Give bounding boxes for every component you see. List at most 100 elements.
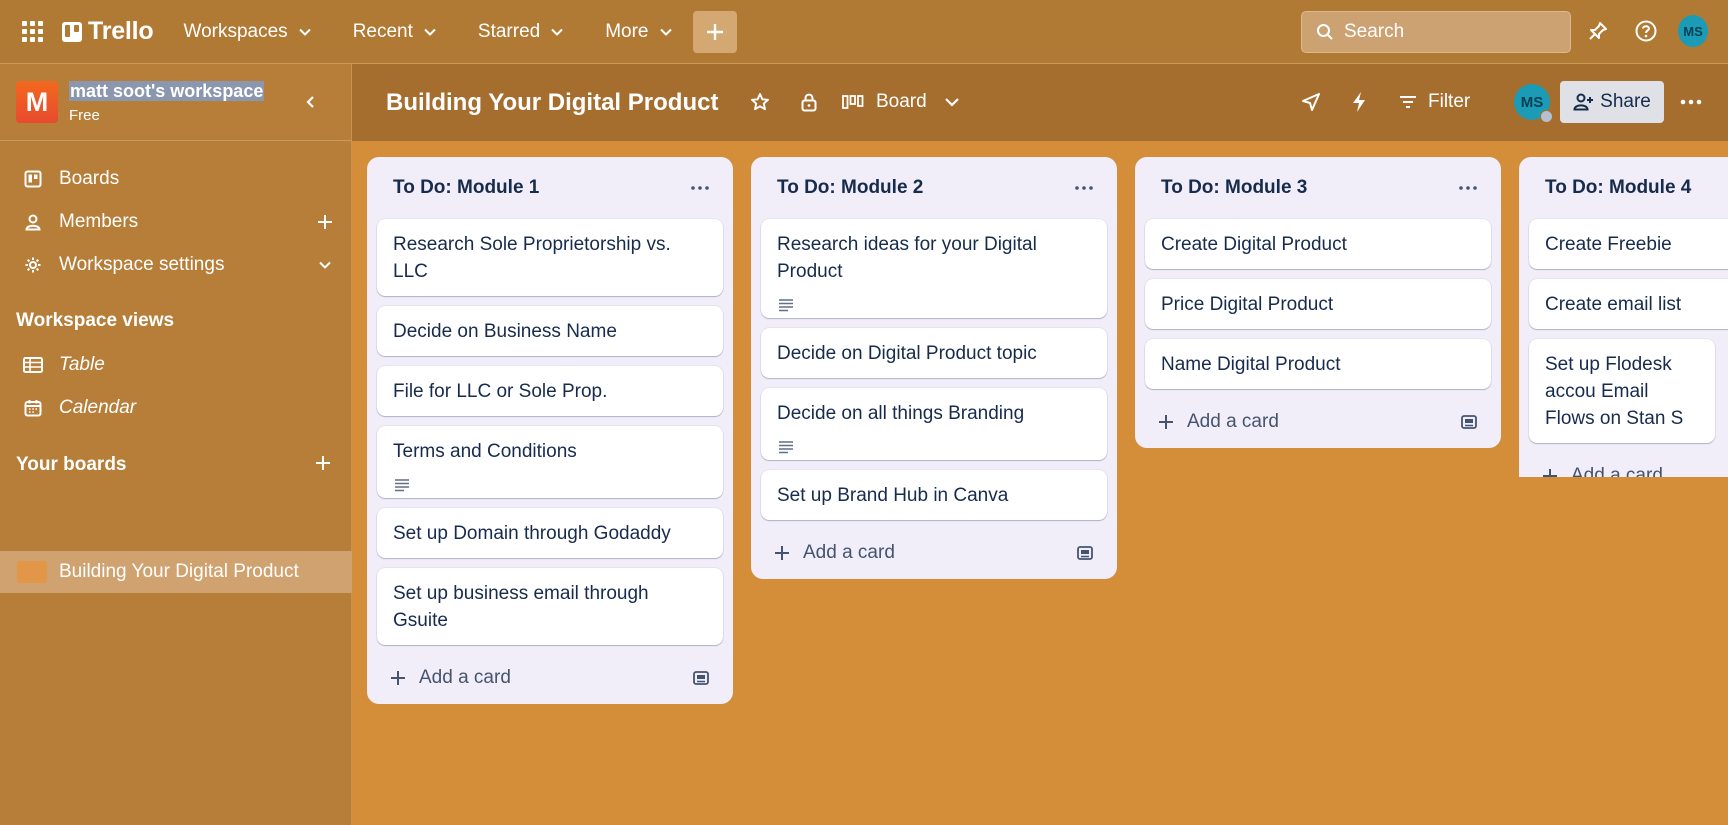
search-placeholder: Search bbox=[1344, 21, 1405, 42]
sidebar-item-table[interactable]: Table bbox=[0, 345, 352, 385]
list-header[interactable]: To Do: Module 1 bbox=[367, 157, 733, 219]
share-button[interactable]: Share bbox=[1560, 81, 1664, 123]
nav-menu: Workspaces Recent Starred More bbox=[171, 10, 737, 53]
automation-icon[interactable] bbox=[1344, 87, 1374, 117]
add-card-button[interactable]: Add a card bbox=[751, 527, 1117, 579]
filter-icon bbox=[1400, 96, 1416, 108]
card-title: Set up business email through Gsuite bbox=[393, 583, 649, 631]
list-title[interactable]: To Do: Module 3 bbox=[1161, 177, 1307, 199]
sidebar-item-label: Table bbox=[59, 354, 105, 375]
sidebar-item-workspace-settings[interactable]: Workspace settings bbox=[0, 245, 352, 285]
filter-button[interactable]: Filter bbox=[1398, 82, 1470, 122]
card-title: Decide on Digital Product topic bbox=[777, 343, 1037, 364]
board-icon bbox=[22, 170, 44, 188]
notifications-icon[interactable] bbox=[1583, 16, 1613, 46]
search-input[interactable]: Search bbox=[1301, 11, 1571, 53]
card[interactable]: Decide on Digital Product topic bbox=[761, 328, 1107, 378]
add-card-button[interactable]: Add a card bbox=[1519, 450, 1728, 477]
card[interactable]: Set up Brand Hub in Canva bbox=[761, 470, 1107, 520]
card[interactable]: Create Freebie bbox=[1529, 219, 1728, 269]
view-switcher[interactable]: Board bbox=[842, 82, 961, 122]
card-template-icon[interactable] bbox=[1459, 412, 1479, 432]
more-menu[interactable]: More bbox=[592, 12, 685, 52]
create-board-plus-icon[interactable] bbox=[311, 451, 335, 475]
sidebar-item-members[interactable]: Members bbox=[0, 202, 352, 242]
chevron-down-icon[interactable] bbox=[314, 254, 336, 276]
list-module-4-viewport: To Do: Module 4 Create Freebie Create em… bbox=[1519, 157, 1728, 477]
card[interactable]: Set up business email through Gsuite bbox=[377, 568, 723, 645]
list-title[interactable]: To Do: Module 1 bbox=[393, 177, 539, 199]
list-menu-icon[interactable] bbox=[687, 175, 713, 201]
card[interactable]: Price Digital Product bbox=[1145, 279, 1491, 329]
sidebar-item-boards[interactable]: Boards bbox=[0, 159, 352, 199]
card[interactable]: Create Digital Product bbox=[1145, 219, 1491, 269]
workspace-name[interactable]: matt soot's workspace bbox=[69, 80, 265, 101]
list-header[interactable]: To Do: Module 3 bbox=[1135, 157, 1501, 219]
list-menu-icon[interactable] bbox=[1455, 175, 1481, 201]
lock-icon[interactable] bbox=[794, 87, 824, 117]
plus-icon bbox=[773, 544, 791, 562]
board-title[interactable]: Building Your Digital Product bbox=[386, 89, 718, 117]
card-title: Create email list bbox=[1545, 294, 1682, 315]
card[interactable]: Decide on all things Branding bbox=[761, 388, 1107, 460]
board-header: Building Your Digital Product Board Filt… bbox=[352, 64, 1728, 141]
list-menu-icon[interactable] bbox=[1071, 175, 1097, 201]
account-avatar[interactable]: MS bbox=[1678, 15, 1708, 47]
card[interactable]: Research Sole Proprietorship vs. LLC bbox=[377, 219, 723, 296]
calendar-icon bbox=[22, 399, 44, 417]
trello-logo[interactable]: Trello bbox=[62, 17, 154, 46]
chevron-down-icon bbox=[298, 28, 311, 36]
create-button[interactable] bbox=[692, 10, 737, 53]
card-title: Terms and Conditions bbox=[393, 441, 577, 462]
board-member-initials: MS bbox=[1520, 93, 1544, 111]
card-template-icon[interactable] bbox=[691, 668, 711, 688]
board-member-avatar[interactable]: MS bbox=[1514, 84, 1553, 123]
workspaces-menu[interactable]: Workspaces bbox=[171, 12, 325, 52]
board-view-icon bbox=[842, 95, 864, 109]
card[interactable]: Set up Domain through Godaddy bbox=[377, 508, 723, 558]
list-header[interactable]: To Do: Module 2 bbox=[751, 157, 1117, 219]
help-icon[interactable] bbox=[1631, 16, 1661, 46]
recent-menu[interactable]: Recent bbox=[340, 12, 450, 52]
board-color-swatch bbox=[17, 561, 47, 583]
star-icon[interactable] bbox=[745, 87, 775, 117]
table-icon bbox=[22, 357, 44, 373]
view-switcher-label: Board bbox=[876, 91, 927, 112]
starred-menu[interactable]: Starred bbox=[465, 12, 577, 52]
workspace-logo[interactable]: M bbox=[16, 81, 58, 123]
workspace-header: M matt soot's workspace Free bbox=[0, 64, 351, 141]
add-card-button[interactable]: Add a card bbox=[367, 652, 733, 704]
list-title[interactable]: To Do: Module 4 bbox=[1545, 177, 1691, 199]
card[interactable]: Name Digital Product bbox=[1145, 339, 1491, 389]
card-title: Name Digital Product bbox=[1161, 354, 1341, 375]
admin-badge bbox=[1540, 110, 1553, 123]
filter-label: Filter bbox=[1428, 91, 1471, 112]
app-switcher-icon[interactable] bbox=[16, 16, 48, 48]
card[interactable]: Research ideas for your Digital Product bbox=[761, 219, 1107, 318]
power-ups-icon[interactable] bbox=[1296, 87, 1326, 117]
add-card-label: Add a card bbox=[1571, 465, 1663, 477]
top-navigation-bar: Trello Workspaces Recent Starred More Se… bbox=[0, 0, 1728, 64]
card[interactable]: Set up Flodesk accou Email Flows on Stan… bbox=[1529, 339, 1715, 443]
gear-icon bbox=[22, 256, 44, 274]
card-title: Research ideas for your Digital Product bbox=[777, 234, 1037, 282]
more-options-icon[interactable] bbox=[1676, 87, 1706, 117]
sidebar-board-item[interactable]: Building Your Digital Product bbox=[0, 551, 352, 593]
plus-icon bbox=[706, 23, 723, 40]
list-title[interactable]: To Do: Module 2 bbox=[777, 177, 923, 199]
add-card-label: Add a card bbox=[803, 542, 895, 563]
sidebar-item-calendar[interactable]: Calendar bbox=[0, 388, 352, 428]
person-icon bbox=[22, 213, 44, 231]
card[interactable]: File for LLC or Sole Prop. bbox=[377, 366, 723, 416]
list-module-4: To Do: Module 4 Create Freebie Create em… bbox=[1519, 157, 1728, 477]
card[interactable]: Decide on Business Name bbox=[377, 306, 723, 356]
card-template-icon[interactable] bbox=[1075, 543, 1095, 563]
sidebar: M matt soot's workspace Free Boards Memb… bbox=[0, 64, 352, 825]
card[interactable]: Create email list bbox=[1529, 279, 1728, 329]
add-member-plus-icon[interactable] bbox=[314, 211, 336, 233]
list-header[interactable]: To Do: Module 4 bbox=[1519, 157, 1728, 219]
sidebar-item-label: Calendar bbox=[59, 397, 137, 418]
collapse-sidebar-button[interactable] bbox=[296, 87, 326, 117]
add-card-button[interactable]: Add a card bbox=[1135, 396, 1501, 448]
card[interactable]: Terms and Conditions bbox=[377, 426, 723, 498]
